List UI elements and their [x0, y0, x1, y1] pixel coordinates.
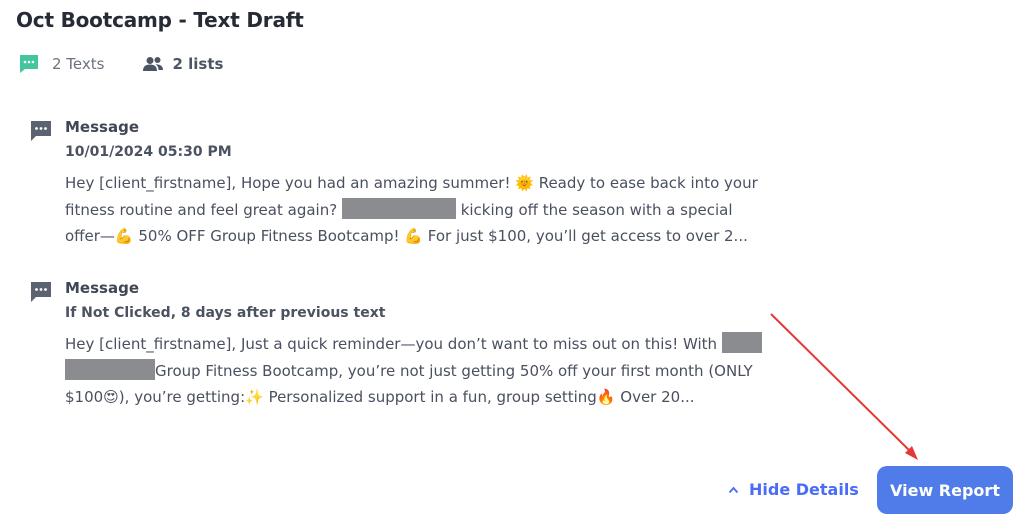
view-report-button[interactable]: View Report — [877, 466, 1013, 514]
hide-details-label: Hide Details — [749, 480, 859, 499]
chevron-up-icon — [728, 486, 739, 494]
chat-bubble-icon — [18, 54, 40, 74]
annotation-arrow — [770, 313, 918, 460]
lists-count-label: 2 lists — [172, 55, 224, 73]
message-type: Message — [65, 118, 139, 136]
redacted-block — [65, 358, 155, 380]
texts-count-label: 2 Texts — [52, 55, 105, 73]
message-type: Message — [65, 279, 139, 297]
message-preview: Hey [client_firstname], Hope you had an … — [65, 170, 765, 250]
message-text-part: Group Fitness Bootcamp, you’re not just … — [65, 361, 753, 407]
message-schedule: If Not Clicked, 8 days after previous te… — [65, 305, 386, 321]
message-preview: Hey [client_firstname], Just a quick rem… — [65, 331, 765, 411]
message-text-part: Hey [client_firstname], Just a quick rem… — [65, 335, 722, 353]
redacted-block — [341, 197, 456, 219]
message-schedule: 10/01/2024 05:30 PM — [65, 144, 232, 160]
hide-details-link[interactable]: Hide Details — [728, 480, 859, 499]
redacted-block — [721, 332, 762, 353]
draft-stats: 2 Texts 2 lists — [18, 54, 223, 74]
message-icon — [30, 120, 52, 146]
message-icon — [30, 281, 52, 307]
people-icon — [142, 56, 164, 72]
texts-count: 2 Texts — [18, 54, 104, 74]
lists-count: 2 lists — [142, 55, 223, 73]
page-title: Oct Bootcamp - Text Draft — [16, 8, 304, 32]
